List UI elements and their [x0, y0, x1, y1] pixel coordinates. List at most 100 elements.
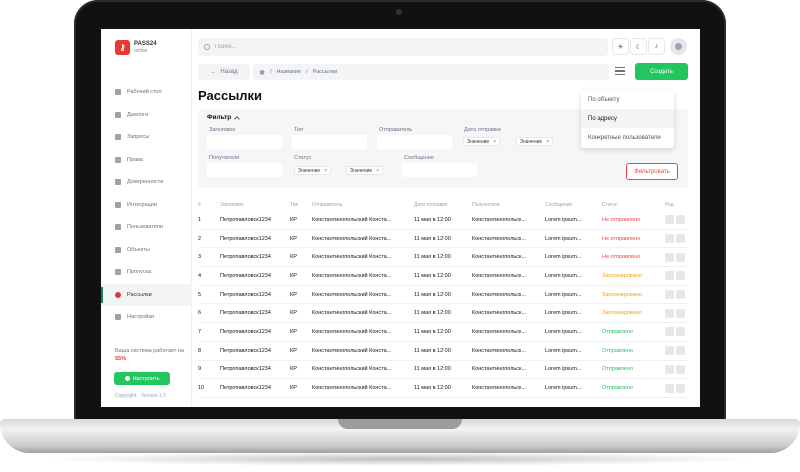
view-icon[interactable]: [665, 383, 674, 393]
sidebar-item[interactable]: Интеграции: [101, 194, 192, 217]
dropdown-item[interactable]: Конкретные пользователи: [581, 128, 674, 147]
table-row[interactable]: 7 Петропавловск1234 КР Константинопольский …: [198, 323, 688, 342]
view-icon[interactable]: [665, 346, 674, 356]
table-row[interactable]: 9 Петропавловск1234 КР Константинопольский …: [198, 361, 688, 380]
cell-type: КР: [290, 385, 297, 392]
close-icon[interactable]: ×: [324, 168, 327, 174]
arrow-left-icon: ←: [210, 69, 217, 75]
cell-sender: Константинопольский Конста...: [312, 347, 392, 354]
cell-type: КР: [290, 291, 297, 298]
table-row[interactable]: 1 Петропавловск1234 КР Константинопольский …: [198, 211, 688, 230]
cell-type: КР: [290, 328, 297, 335]
sidebar-item[interactable]: Права: [101, 149, 192, 172]
search-icon: [204, 44, 210, 50]
cell-recipients: Константинопольск...: [472, 385, 527, 392]
cell-type: КР: [290, 310, 297, 317]
sender-field[interactable]: [377, 135, 452, 149]
close-icon[interactable]: ×: [493, 139, 496, 145]
home-icon[interactable]: [259, 69, 265, 75]
edit-icon[interactable]: [676, 234, 685, 244]
cell-recipients: Константинопольск...: [472, 347, 527, 354]
edit-icon[interactable]: [676, 383, 685, 393]
cell-title: Петропавловск1234: [220, 235, 271, 242]
column-header: Отправитель: [312, 202, 343, 208]
edit-icon[interactable]: [676, 327, 685, 337]
view-icon[interactable]: [665, 271, 674, 281]
cell-date: 11 мая в 12:00: [414, 254, 451, 261]
sidebar-item[interactable]: Объекты: [101, 239, 192, 262]
status-chip[interactable]: Значение ×: [346, 166, 384, 175]
column-header: Тип: [290, 202, 299, 208]
sidebar-item[interactable]: Пользователи: [101, 216, 192, 239]
close-icon[interactable]: ×: [546, 139, 549, 145]
menu-icon[interactable]: [615, 67, 625, 75]
view-icon[interactable]: [665, 327, 674, 337]
table-row[interactable]: 4 Петропавловск1234 КР Константинопольский …: [198, 267, 688, 286]
cell-sender: Константинопольский Конста...: [312, 310, 392, 317]
sidebar-item[interactable]: Пропуска: [101, 261, 192, 284]
cell-message: Lorem ipsum...: [545, 272, 582, 279]
cell-message: Lorem ipsum...: [545, 291, 582, 298]
dropdown-item[interactable]: По объекту: [581, 90, 674, 109]
sidebar-nav: Рабочий стол Диалоги Запросы Права Доверенно…: [101, 81, 192, 329]
create-button[interactable]: Создать: [635, 63, 688, 80]
plus-icon: [124, 376, 130, 381]
avatar[interactable]: [670, 38, 687, 55]
edit-icon[interactable]: [676, 346, 685, 356]
message-field[interactable]: [402, 163, 477, 177]
sidebar-item[interactable]: Рабочий стол: [101, 81, 192, 104]
table-row[interactable]: 10 Петропавловск1234 КР Константинопольский…: [198, 379, 688, 398]
view-icon[interactable]: [665, 252, 674, 262]
view-icon[interactable]: [665, 215, 674, 225]
setup-button[interactable]: Настроить: [114, 372, 170, 385]
sidebar-item[interactable]: Диалоги: [101, 104, 192, 127]
back-button[interactable]: ← Назад: [198, 64, 250, 80]
table-row[interactable]: 6 Петропавловск1234 КР Константинопольский …: [198, 304, 688, 324]
bell-icon[interactable]: ♪: [648, 38, 665, 55]
search-bar[interactable]: [198, 38, 608, 56]
breadcrumb-parent[interactable]: Название: [277, 69, 302, 75]
edit-icon[interactable]: [676, 364, 685, 374]
table-row[interactable]: 3 Петропавловск1234 КР Константинопольский …: [198, 248, 688, 268]
edit-icon[interactable]: [676, 252, 685, 262]
view-icon[interactable]: [665, 364, 674, 374]
edit-icon[interactable]: [676, 290, 685, 300]
cell-title: Петропавловск1234: [220, 366, 271, 373]
edit-icon[interactable]: [676, 308, 685, 318]
view-icon[interactable]: [665, 308, 674, 318]
view-icon[interactable]: [665, 290, 674, 300]
moon-icon[interactable]: ☾: [630, 38, 647, 55]
close-icon[interactable]: ×: [376, 168, 379, 174]
type-field[interactable]: [292, 135, 367, 149]
view-icon[interactable]: [665, 234, 674, 244]
date-chip[interactable]: Значение ×: [516, 137, 554, 146]
status-chip[interactable]: Значение ×: [294, 166, 332, 175]
edit-icon[interactable]: [676, 215, 685, 225]
search-input[interactable]: [215, 44, 595, 50]
laptop-shadow: [40, 452, 760, 466]
date-chip[interactable]: Значение ×: [463, 137, 501, 146]
table-row[interactable]: 8 Петропавловск1234 КР Константинопольский …: [198, 342, 688, 361]
cell-n: 2: [198, 235, 202, 242]
integrations-icon: [115, 201, 121, 208]
title-field[interactable]: [207, 135, 282, 149]
filter-button[interactable]: Фильтровать: [626, 163, 678, 180]
sidebar-item[interactable]: Доверенности: [101, 171, 192, 194]
logo[interactable]: ⚷ PASS24 online: [115, 40, 157, 55]
sidebar-item[interactable]: Настройки: [101, 306, 192, 329]
cell-recipients: Константинопольск...: [472, 272, 527, 279]
cell-sender: Константинопольский Конста...: [312, 385, 392, 392]
table-row[interactable]: 2 Петропавловск1234 КР Константинопольский …: [198, 230, 688, 249]
sidebar-item[interactable]: Запросы: [101, 126, 192, 149]
dropdown-item[interactable]: По адресу: [581, 109, 674, 128]
cell-n: 6: [198, 310, 202, 317]
recipients-field[interactable]: [207, 163, 282, 177]
cell-message: Lorem ipsum...: [545, 347, 582, 354]
sidebar-item[interactable]: Рассылки: [101, 283, 192, 306]
table-row[interactable]: 5 Петропавловск1234 КР Константинопольский …: [198, 286, 688, 305]
filter-toggle[interactable]: Фильтр: [207, 114, 241, 122]
brightness-icon[interactable]: ☀: [612, 38, 629, 55]
users-icon: [115, 224, 121, 231]
edit-icon[interactable]: [676, 271, 685, 281]
user-icon: [675, 43, 682, 50]
